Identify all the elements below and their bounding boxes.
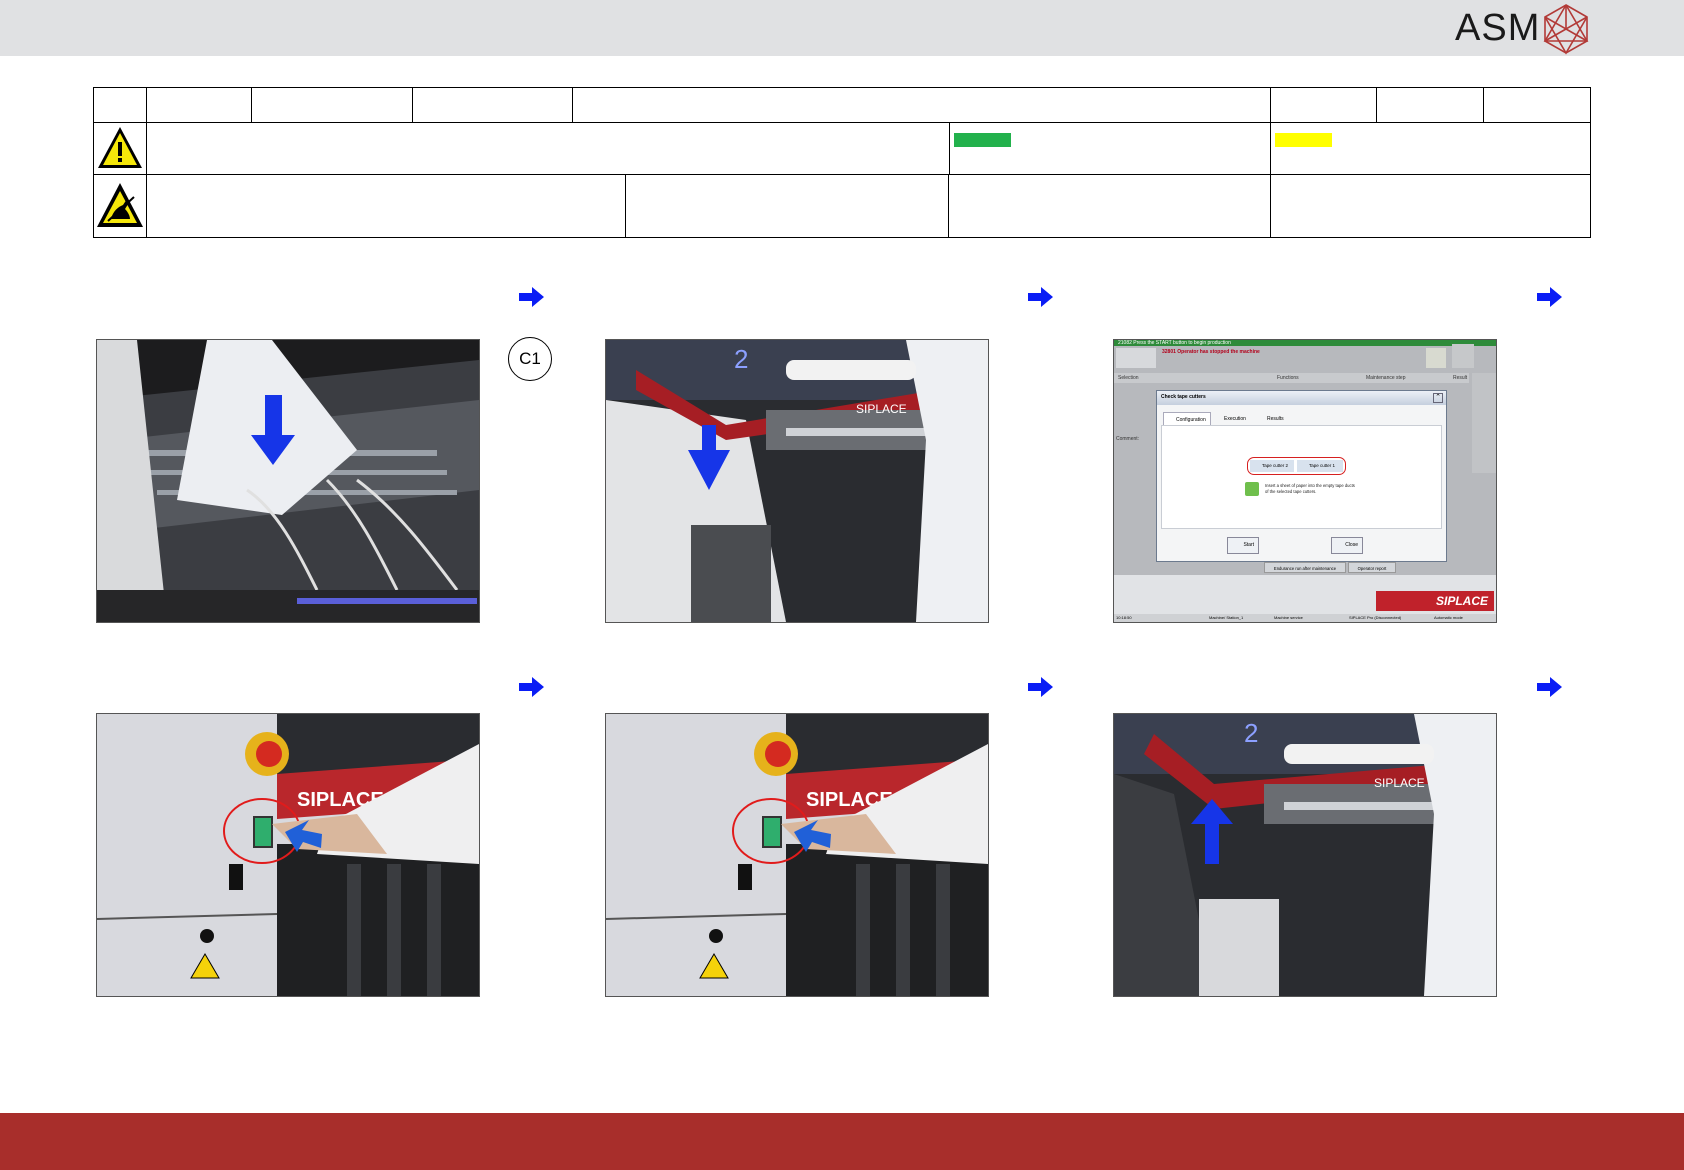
screen-col-functions: Functions <box>1277 375 1299 381</box>
screen-col-selection: Selection <box>1118 375 1139 381</box>
right-arrow-icon <box>519 677 544 697</box>
warning-cell <box>93 122 147 175</box>
right-arrow-icon <box>1028 287 1053 307</box>
screen-statusbar-time: 10:18:50 <box>1116 615 1132 620</box>
checkbox-tape-cutter-1[interactable]: Tape cutter 1 <box>1297 460 1343 472</box>
header-cell <box>1376 87 1484 123</box>
header-cell <box>625 174 949 238</box>
screen-alarm-line: 32801 Operator has stopped the machine <box>1162 349 1260 355</box>
start-button-label: Start <box>1243 542 1254 548</box>
step-photo-5: SIPLACE <box>605 713 989 997</box>
green-status-cell <box>949 122 1271 175</box>
dialog-title: Check tape cutters <box>1161 394 1206 400</box>
tab-execution[interactable]: Execution <box>1212 412 1254 426</box>
photo-number-label: 2 <box>1244 718 1258 748</box>
close-button-label: Close <box>1345 542 1358 548</box>
header-cell <box>146 87 252 123</box>
dialog-hint: Insert a sheet of paper into the empty t… <box>1265 483 1355 494</box>
paper-hint-icon <box>1245 482 1259 496</box>
yellow-status-cell <box>1270 122 1591 175</box>
endurance-run-button[interactable]: Endurance run after maintenance <box>1264 562 1346 573</box>
screen-col-step: Maintenance step <box>1366 375 1406 381</box>
header-cell <box>1270 174 1591 238</box>
photo-siplace-label: SIPLACE <box>1374 776 1425 790</box>
header-cell <box>1483 87 1591 123</box>
screen-brand-label: SIPLACE <box>1435 594 1488 608</box>
yellow-status-bar <box>1275 133 1332 147</box>
right-arrow-icon <box>1537 287 1562 307</box>
close-button[interactable]: Close <box>1331 537 1363 554</box>
right-arrow-icon <box>1537 677 1562 697</box>
check-tape-cutters-dialog: Check tape cutters ⌃ Configuration Execu… <box>1156 390 1447 562</box>
screen-statusbar-station: Machine/ Station_1 <box>1209 615 1244 620</box>
right-arrow-icon <box>519 287 544 307</box>
dialog-collapse-button[interactable]: ⌃ <box>1433 393 1443 403</box>
screen-statusbar-mode: Machine service <box>1274 615 1303 620</box>
esd-cell <box>93 174 147 238</box>
step-photo-3-screen: 21082 Press the START button to begin pr… <box>1113 339 1497 623</box>
header-cell <box>146 174 626 238</box>
header-cell <box>146 122 958 175</box>
step-photo-2: SIPLACE 2 <box>605 339 989 623</box>
header-cell <box>93 87 147 123</box>
brand-name: ASM <box>1455 7 1541 49</box>
header-table <box>93 87 1591 238</box>
operator-report-button[interactable]: Operator report <box>1348 562 1396 573</box>
tab-results[interactable]: Results <box>1255 412 1291 426</box>
photo-number-label: 2 <box>734 344 748 374</box>
header-cell <box>572 87 1271 123</box>
photo-siplace-label: SIPLACE <box>856 402 907 416</box>
asm-crystal-logo-icon <box>1543 4 1589 55</box>
right-arrow-icon <box>1028 677 1053 697</box>
step-photo-4: SIPLACE <box>96 713 480 997</box>
step-photo-6: SIPLACE 2 <box>1113 713 1497 997</box>
tab-configuration[interactable]: Configuration <box>1163 412 1211 426</box>
screen-statusbar-pro: SIPLACE Pro (Disconnected) <box>1349 615 1402 620</box>
esd-protection-icon <box>97 183 143 227</box>
screen-col-result: Result <box>1453 375 1468 381</box>
screen-comment-label: Comment: <box>1116 436 1140 442</box>
header-cell <box>251 87 413 123</box>
green-status-bar <box>954 133 1011 147</box>
bottom-banner <box>0 1113 1684 1170</box>
screen-status-line: 21082 Press the START button to begin pr… <box>1118 340 1231 346</box>
header-cell <box>948 174 1271 238</box>
warning-triangle-icon <box>98 127 142 168</box>
step-photo-1 <box>96 339 480 623</box>
screen-statusbar-auto: Automatic mode <box>1434 615 1463 620</box>
start-button[interactable]: Start <box>1227 537 1259 554</box>
callout-c1: C1 <box>508 337 552 381</box>
header-cell <box>412 87 573 123</box>
checkbox-tape-cutter-2[interactable]: Tape cutter 2 <box>1250 460 1294 472</box>
top-banner <box>0 0 1684 56</box>
header-cell <box>1270 87 1377 123</box>
